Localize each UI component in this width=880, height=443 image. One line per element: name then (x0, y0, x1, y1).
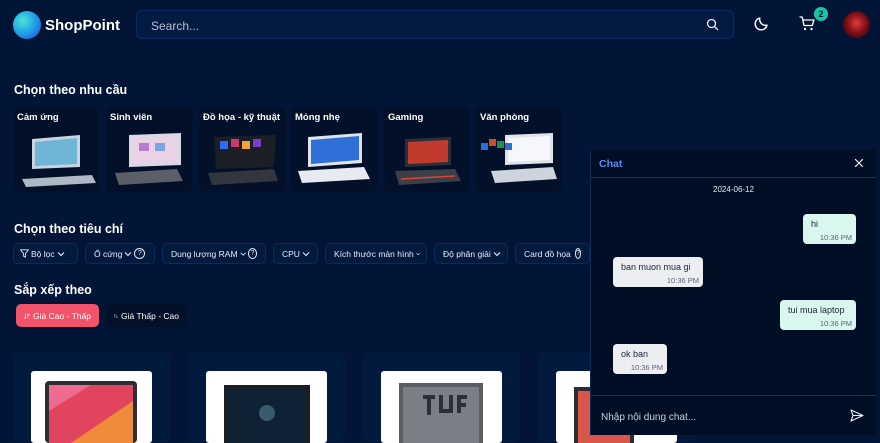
need-card-gaming[interactable]: Gaming (384, 107, 470, 192)
top-header: ShopPoint 2 (0, 0, 880, 50)
sort-descending-icon (24, 311, 30, 321)
search-input[interactable] (149, 17, 693, 35)
need-card-label: Mỏng nhẹ (295, 112, 340, 123)
need-card-label: Gaming (388, 112, 423, 123)
logo-icon (13, 11, 41, 39)
product-card[interactable] (188, 352, 345, 442)
filter-storage-dropdown[interactable]: Ổ cứng ? (85, 243, 155, 264)
filter-label: Dung lượng RAM (171, 249, 238, 259)
filter-all-button[interactable]: Bộ lọc (13, 243, 78, 264)
dark-mode-moon-icon[interactable] (754, 15, 770, 36)
chat-input-bar (591, 395, 876, 436)
message-time: 10:36 PM (631, 363, 663, 372)
filter-ram-dropdown[interactable]: Dung lượng RAM ? (162, 243, 266, 264)
need-card-label: Sinh viên (110, 112, 152, 123)
cart-count-badge: 2 (814, 7, 828, 21)
laptop-thumbnail-icon (389, 129, 467, 189)
filter-label: Ổ cứng (94, 249, 122, 259)
chevron-down-icon (493, 251, 501, 257)
filter-cpu-dropdown[interactable]: CPU (273, 243, 318, 264)
sort-price-low-high-button[interactable]: Giá Thấp - Cao (106, 304, 187, 327)
user-avatar[interactable] (843, 11, 870, 38)
need-card-thin-light[interactable]: Mỏng nhẹ (291, 107, 377, 192)
product-image (381, 371, 502, 443)
need-card-label: Cảm ứng (17, 112, 59, 123)
criteria-section-title: Chọn theo tiêu chí (14, 222, 123, 236)
message-time: 10:36 PM (820, 233, 852, 242)
help-icon[interactable]: ? (134, 248, 145, 259)
chevron-down-icon (302, 251, 310, 257)
product-image (206, 371, 327, 443)
help-icon[interactable]: ? (248, 248, 257, 259)
chat-message-incoming: ok ban 10:36 PM (613, 344, 667, 374)
need-card-office[interactable]: Văn phòng (476, 107, 562, 192)
laptop-thumbnail-icon (111, 129, 189, 189)
need-card-label: Văn phòng (480, 112, 529, 123)
laptop-thumbnail-icon (481, 129, 559, 189)
message-text: ban muon mua gi (621, 262, 691, 272)
message-time: 10:36 PM (667, 276, 699, 285)
laptop-thumbnail-icon (18, 129, 96, 189)
chat-title: Chat (599, 158, 622, 170)
close-icon[interactable] (854, 156, 864, 171)
filter-screen-size-dropdown[interactable]: Kích thước màn hình (325, 243, 427, 264)
sort-price-high-low-button[interactable]: Giá Cao - Thấp (16, 304, 99, 327)
product-card[interactable] (363, 352, 520, 442)
filter-label: Độ phân giải (443, 249, 491, 259)
chevron-down-icon (124, 251, 132, 257)
filter-label: Kích thước màn hình (334, 249, 414, 259)
message-time: 10:36 PM (820, 319, 852, 328)
filter-label: Bộ lọc (31, 249, 55, 259)
need-card-touch[interactable]: Cảm ứng (13, 107, 99, 192)
help-icon[interactable]: ? (575, 248, 581, 259)
laptop-thumbnail-icon (204, 129, 282, 189)
message-text: ok ban (621, 349, 648, 359)
need-card-graphics[interactable]: Đồ họa - kỹ thuật (199, 107, 285, 192)
sort-section-title: Sắp xếp theo (14, 283, 92, 297)
sort-ascending-icon (114, 311, 118, 321)
filter-gpu-dropdown[interactable]: Card đồ họa ? (515, 243, 590, 264)
chevron-down-icon (240, 251, 246, 257)
filter-label: CPU (282, 249, 300, 259)
cart-icon[interactable] (799, 15, 816, 37)
funnel-icon (20, 249, 29, 258)
message-text: tui mua laptop (788, 305, 845, 315)
filter-resolution-dropdown[interactable]: Độ phân giải (434, 243, 508, 264)
chat-message-outgoing: tui mua laptop 10:36 PM (780, 300, 856, 330)
product-card[interactable] (13, 352, 170, 442)
logo-text: ShopPoint (45, 17, 120, 34)
needs-section-title: Chọn theo nhu cầu (14, 83, 127, 97)
send-icon[interactable] (850, 409, 864, 427)
sort-label: Giá Cao - Thấp (33, 311, 91, 321)
need-card-label: Đồ họa - kỹ thuật (203, 112, 280, 123)
message-text: hi (811, 219, 818, 229)
logo[interactable]: ShopPoint (13, 11, 120, 39)
chevron-down-icon (57, 251, 65, 257)
chat-message-incoming: ban muon mua gi 10:36 PM (613, 257, 703, 287)
chat-date: 2024-06-12 (591, 185, 876, 194)
laptop-thumbnail-icon (296, 129, 374, 189)
filter-label: Card đồ họa (524, 249, 571, 259)
chat-panel: Chat 2024-06-12 hi 10:36 PM ban muon mua… (590, 150, 876, 435)
search-icon[interactable] (706, 18, 719, 36)
search-bar (136, 10, 734, 39)
need-card-student[interactable]: Sinh viên (106, 107, 192, 192)
chat-message-input[interactable] (599, 404, 838, 430)
sort-label: Giá Thấp - Cao (121, 311, 179, 321)
chevron-down-icon (416, 251, 420, 257)
product-image (31, 371, 152, 443)
chat-header: Chat (591, 150, 876, 178)
chat-message-outgoing: hi 10:36 PM (803, 214, 856, 244)
